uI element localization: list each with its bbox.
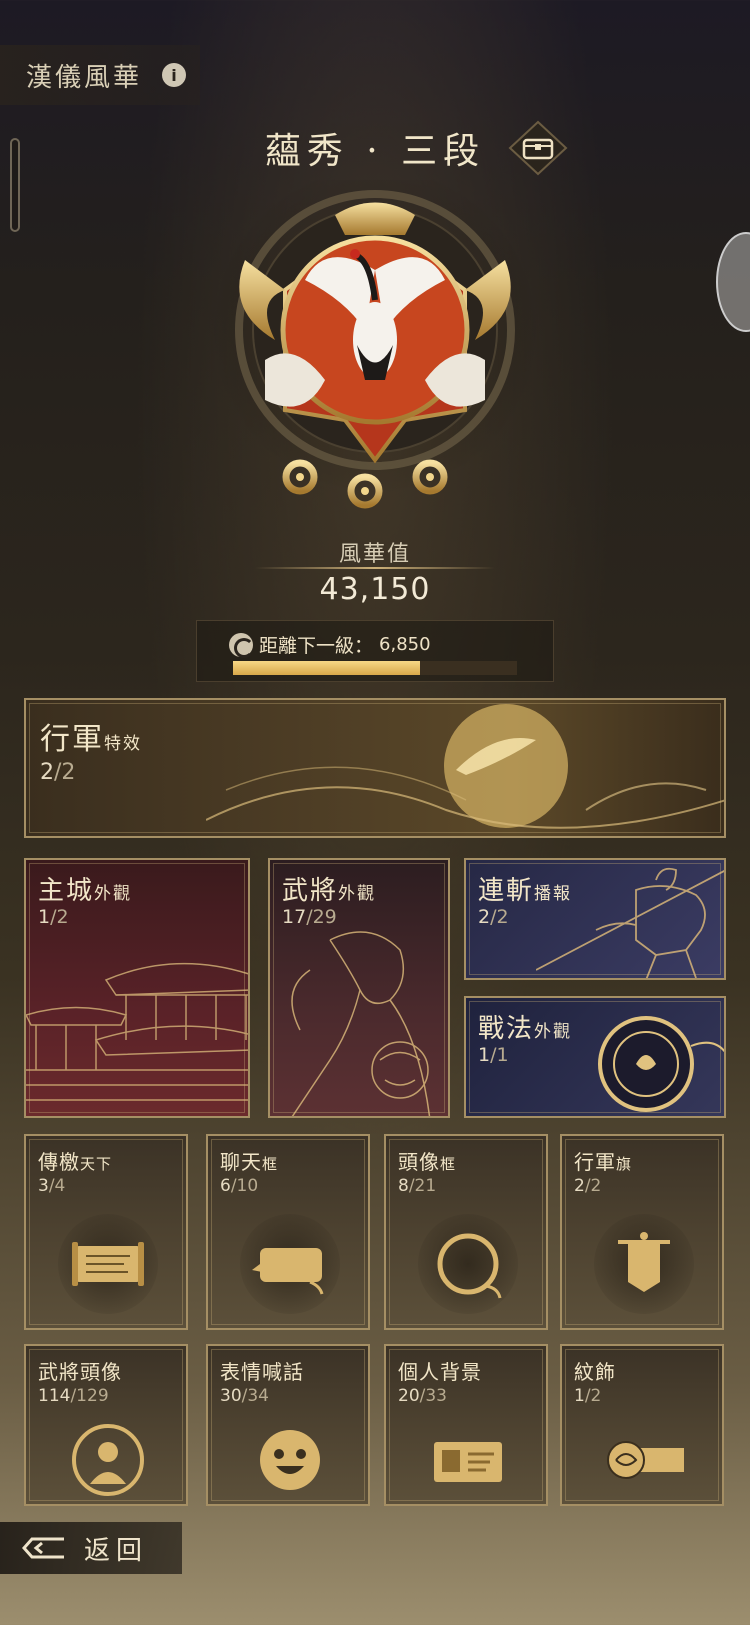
back-arrow-icon xyxy=(22,1537,64,1559)
page-title: 漢儀風華 xyxy=(26,62,143,93)
card-count: 20/33 xyxy=(398,1386,447,1406)
card-ornament[interactable]: 紋飾 1/2 xyxy=(560,1344,724,1506)
card-title: 行軍旗 xyxy=(574,1150,633,1174)
card-background[interactable]: 個人背景 20/33 xyxy=(384,1344,548,1506)
top-bar: 漢儀風華 i xyxy=(0,45,200,105)
card-general-look[interactable]: 武將外觀 17/29 xyxy=(268,858,450,1118)
distance-icon xyxy=(229,632,254,658)
card-title: 個人背景 xyxy=(398,1360,482,1384)
divider xyxy=(255,567,495,569)
card-count: 2/2 xyxy=(40,760,76,785)
card-count: 17/29 xyxy=(282,906,337,928)
back-button[interactable]: 返回 xyxy=(0,1522,182,1574)
prestige-value: 43,150 xyxy=(319,572,431,607)
card-count: 114/129 xyxy=(38,1386,109,1406)
info-icon[interactable]: i xyxy=(162,63,187,87)
card-title: 頭像框 xyxy=(398,1150,457,1174)
card-march-flag[interactable]: 行軍旗 2/2 xyxy=(560,1134,724,1330)
rank-title: 蘊秀 · 三段 xyxy=(264,131,486,172)
card-background-icon xyxy=(434,1442,502,1482)
side-handle[interactable] xyxy=(716,232,750,332)
card-title: 戰法外觀 xyxy=(478,1014,573,1044)
palace-icon xyxy=(26,962,248,1101)
progress-bar-fill xyxy=(233,661,420,675)
card-avatar-frame[interactable]: 頭像框 8/21 xyxy=(384,1134,548,1330)
chest-icon[interactable] xyxy=(508,120,568,176)
card-title: 行軍特效 xyxy=(40,722,142,757)
prestige-label: 風華值 xyxy=(338,542,411,567)
card-title: 武將頭像 xyxy=(38,1360,122,1384)
card-title: 武將外觀 xyxy=(282,876,377,906)
card-count: 1/2 xyxy=(574,1386,602,1406)
card-count: 1/1 xyxy=(478,1044,509,1066)
card-title: 聊天框 xyxy=(220,1150,279,1174)
card-city-look[interactable]: 主城外觀 1/2 xyxy=(24,858,250,1118)
card-count: 6/10 xyxy=(220,1176,259,1196)
progress-label: 距離下一級： xyxy=(259,635,374,657)
card-general-avatar[interactable]: 武將頭像 114/129 xyxy=(24,1344,188,1506)
card-count: 2/2 xyxy=(478,906,509,928)
ornament-icon xyxy=(607,1441,684,1479)
scroll-icon xyxy=(72,1242,144,1286)
moon-crane-art xyxy=(206,704,724,829)
card-title: 表情喊話 xyxy=(220,1360,304,1384)
crane-emblem xyxy=(210,180,540,509)
general-avatar-icon xyxy=(72,1424,144,1496)
level-progress: 距離下一級： 6,850 xyxy=(196,620,554,682)
back-label: 返回 xyxy=(84,1535,149,1566)
card-title: 紋飾 xyxy=(574,1360,616,1384)
card-combo-broadcast[interactable]: 連斬播報 2/2 xyxy=(464,858,726,980)
card-count: 3/4 xyxy=(38,1176,66,1196)
card-march-effect[interactable]: 行軍特效 2/2 xyxy=(24,698,726,838)
banner-icon xyxy=(618,1232,670,1292)
card-chat-frame[interactable]: 聊天框 6/10 xyxy=(206,1134,370,1330)
card-title: 連斬播報 xyxy=(478,876,573,906)
chat-frame-icon xyxy=(252,1248,324,1295)
general-portrait-icon xyxy=(291,931,431,1116)
card-title: 主城外觀 xyxy=(38,876,133,906)
card-count: 8/21 xyxy=(398,1176,437,1196)
smiley-icon xyxy=(260,1430,320,1490)
card-count: 2/2 xyxy=(574,1176,602,1196)
card-emote[interactable]: 表情喊話 30/34 xyxy=(206,1344,370,1506)
avatar-frame-icon xyxy=(437,1233,502,1299)
progress-bar xyxy=(233,661,517,675)
card-title: 傳檄天下 xyxy=(38,1150,113,1174)
card-count: 30/34 xyxy=(220,1386,269,1406)
card-count: 1/2 xyxy=(38,906,69,928)
progress-value: 6,850 xyxy=(379,634,431,655)
card-decree[interactable]: 傳檄天下 3/4 xyxy=(24,1134,188,1330)
tactic-orb-icon xyxy=(598,1016,724,1112)
card-tactic-look[interactable]: 戰法外觀 1/1 xyxy=(464,996,726,1118)
